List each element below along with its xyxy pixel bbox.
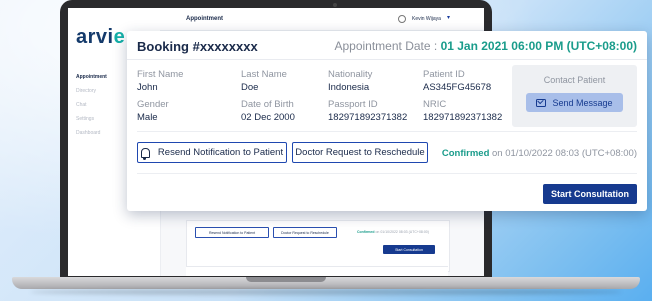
confirmation-status: Confirmed on 01/10/2022 08:03 (UTC+08:00… — [442, 148, 637, 159]
booking-title: Booking #xxxxxxxx — [137, 39, 258, 54]
laptop-base — [12, 277, 640, 289]
camera-icon — [333, 3, 337, 7]
last-name-value: Doe — [241, 82, 259, 93]
first-name-value: John — [137, 82, 158, 93]
section-divider-bottom — [137, 173, 637, 174]
app-header: Appointment Kevin Wijaya ▾ — [160, 8, 484, 31]
contact-patient-panel: Contact Patient Send Message — [512, 65, 637, 127]
page-title: Appointment — [186, 16, 223, 22]
status-detail: on 01/10/2022 08:03 (UTC+08:00) — [492, 148, 637, 159]
background-appointment-card: Resend Notification to Patient Doctor Re… — [186, 220, 450, 272]
section-divider — [137, 131, 637, 132]
bell-icon — [140, 147, 150, 160]
doctor-reschedule-button[interactable]: Doctor Request to Reschedule — [292, 142, 428, 163]
sidebar-item-appointment[interactable]: Appointment — [76, 74, 107, 80]
date-of-birth-value: 02 Dec 2000 — [241, 112, 295, 123]
appointment-date-label: Appointment Date : — [334, 39, 438, 53]
appointment-date-value: 01 Jan 2021 06:00 PM (UTC+08:00) — [440, 39, 637, 53]
doctor-reschedule-label: Doctor Request to Reschedule — [295, 147, 425, 158]
resend-notification-label: Resend Notification to Patient — [157, 147, 284, 158]
send-message-button[interactable]: Send Message — [526, 93, 623, 112]
resend-notification-button[interactable]: Resend Notification to Patient — [137, 142, 287, 163]
gender-value: Male — [137, 112, 158, 123]
laptop-notch — [246, 277, 326, 282]
first-name-label: First Name — [137, 69, 184, 80]
bg-status-text: Confirmed on 01/10/2022 08:03 (UTC+08:00… — [357, 230, 429, 234]
nationality-value: Indonesia — [328, 82, 370, 93]
last-name-label: Last Name — [241, 69, 287, 80]
notification-icon[interactable] — [398, 15, 406, 23]
passport-id-value: 182971892371382 — [328, 112, 408, 123]
sidebar-item-settings[interactable]: Settings — [76, 116, 94, 122]
modal-header: Booking #xxxxxxxx Appointment Date : 01 … — [127, 31, 647, 60]
date-of-birth-label: Date of Birth — [241, 99, 294, 110]
gender-label: Gender — [137, 99, 169, 110]
patient-id-label: Patient ID — [423, 69, 465, 80]
sidebar-item-dashboard[interactable]: Dashboard — [76, 130, 100, 136]
start-consultation-button[interactable]: Start Consultation — [543, 184, 637, 204]
background-next-card — [186, 266, 448, 276]
nric-value: 182971892371382 — [423, 112, 503, 123]
contact-patient-title: Contact Patient — [543, 75, 606, 85]
sidebar-item-chat[interactable]: Chat — [76, 102, 87, 108]
booking-detail-modal: Booking #xxxxxxxx Appointment Date : 01 … — [127, 31, 647, 211]
sidebar-item-directory[interactable]: Directory — [76, 88, 96, 94]
bg-reschedule-button[interactable]: Doctor Request to Reschedule — [273, 227, 337, 238]
send-message-label: Send Message — [552, 97, 613, 108]
laptop-shadow — [30, 289, 622, 295]
bg-start-consultation-button[interactable]: Start Consultation — [383, 245, 435, 254]
passport-id-label: Passport ID — [328, 99, 378, 110]
appointment-date: Appointment Date : 01 Jan 2021 06:00 PM … — [334, 39, 637, 53]
nric-label: NRIC — [423, 99, 447, 110]
chevron-down-icon[interactable]: ▾ — [447, 14, 450, 21]
patient-id-value: AS345FG45678 — [423, 82, 492, 93]
status-state: Confirmed — [441, 148, 490, 159]
nationality-label: Nationality — [328, 69, 373, 80]
user-name[interactable]: Kevin Wijaya — [412, 16, 441, 22]
arvie-logo[interactable]: arvie — [76, 26, 125, 49]
bg-status-detail: on 01/10/2022 08:03 (UTC+08:00) — [375, 230, 429, 234]
envelope-icon — [536, 98, 547, 107]
bg-resend-button[interactable]: Resend Notification to Patient — [195, 227, 269, 238]
bg-status-state: Confirmed — [357, 230, 375, 234]
